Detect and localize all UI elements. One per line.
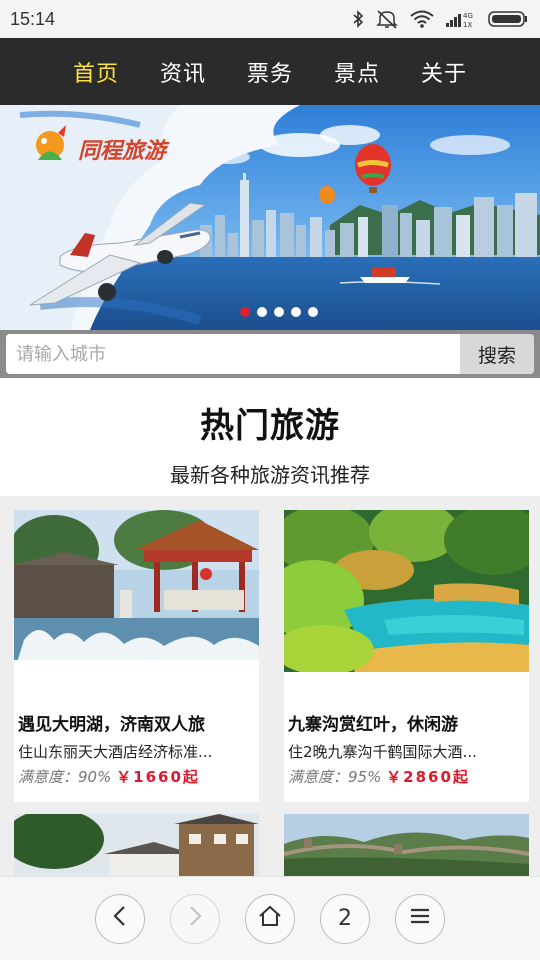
bluetooth-icon [352,10,364,28]
carousel-dot[interactable] [240,307,250,317]
status-bar: 15:14 4G 1X [0,0,540,38]
travel-card[interactable] [284,814,529,876]
nav-item-attractions[interactable]: 景点 [314,56,401,88]
great-wall-image [284,814,529,876]
top-nav: 首页 资讯 票务 景点 关于 [0,38,540,105]
banner-carousel[interactable]: 同程旅游 [0,105,540,330]
tab-count: 2 [338,906,352,931]
forward-button[interactable] [170,893,220,944]
browser-bottom-bar: 2 [0,876,540,960]
status-time: 15:14 [10,8,56,29]
satisfaction-label: 满意度： [18,768,79,786]
card-description: 住2晚九寨沟千鹤国际大酒... [288,743,477,761]
carousel-dots [240,307,318,317]
wifi-icon [410,10,434,28]
travel-card[interactable]: 遇见大明湖，济南双人旅 住山东丽天大酒店经济标准... 满意度：90% ￥166… [14,510,259,802]
menu-button[interactable] [395,893,445,944]
satisfaction-value: 90% [78,768,112,786]
battery-icon [488,10,528,28]
satisfaction-value: 95% [348,768,382,786]
nav-item-about[interactable]: 关于 [401,56,488,88]
home-button[interactable] [245,893,295,944]
section-title: 热门旅游 [200,406,340,446]
card-title: 九寨沟赏红叶，休闲游 [288,715,458,735]
travel-card[interactable] [14,814,259,876]
nav-item-home[interactable]: 首页 [53,56,140,88]
carousel-dot[interactable] [274,307,284,317]
banner-logo-text: 同程旅游 [78,138,167,164]
card-meta: 满意度：90% ￥1660起 [18,766,255,787]
chevron-right-icon [186,905,204,933]
search-button[interactable]: 搜索 [460,334,534,374]
hot-travel-header: 热门旅游 最新各种旅游资讯推荐 [0,378,540,496]
satisfaction-label: 满意度： [288,768,349,786]
card-price: ￥2860起 [386,768,470,786]
tabs-button[interactable]: 2 [320,893,370,944]
back-button[interactable] [95,893,145,944]
chevron-left-icon [111,905,129,933]
card-meta: 满意度：95% ￥2860起 [288,766,525,787]
card-description: 住山东丽天大酒店经济标准... [18,743,213,761]
card-price: ￥1660起 [116,768,200,786]
daming-lake-image [14,510,259,672]
signal-icon: 4G 1X [446,10,476,28]
travel-card[interactable]: 九寨沟赏红叶，休闲游 住2晚九寨沟千鹤国际大酒... 满意度：95% ￥2860… [284,510,529,802]
menu-icon [410,906,430,931]
search-bar: 搜索 [0,330,540,378]
home-icon [258,905,282,933]
carousel-dot[interactable] [257,307,267,317]
jiuzhaigou-image [284,510,529,672]
nav-item-tickets[interactable]: 票务 [227,56,314,88]
section-subtitle: 最新各种旅游资讯推荐 [170,463,370,487]
nav-item-news[interactable]: 资讯 [140,56,227,88]
travel-grid: 遇见大明湖，济南双人旅 住山东丽天大酒店经济标准... 满意度：90% ￥166… [0,496,540,876]
city-search-input[interactable] [6,334,460,374]
card-title: 遇见大明湖，济南双人旅 [18,715,205,735]
old-town-image [14,814,259,876]
carousel-dot[interactable] [308,307,318,317]
svg-text:4G: 4G [463,12,473,20]
mute-icon [376,9,398,29]
carousel-dot[interactable] [291,307,301,317]
svg-text:1X: 1X [463,21,472,28]
